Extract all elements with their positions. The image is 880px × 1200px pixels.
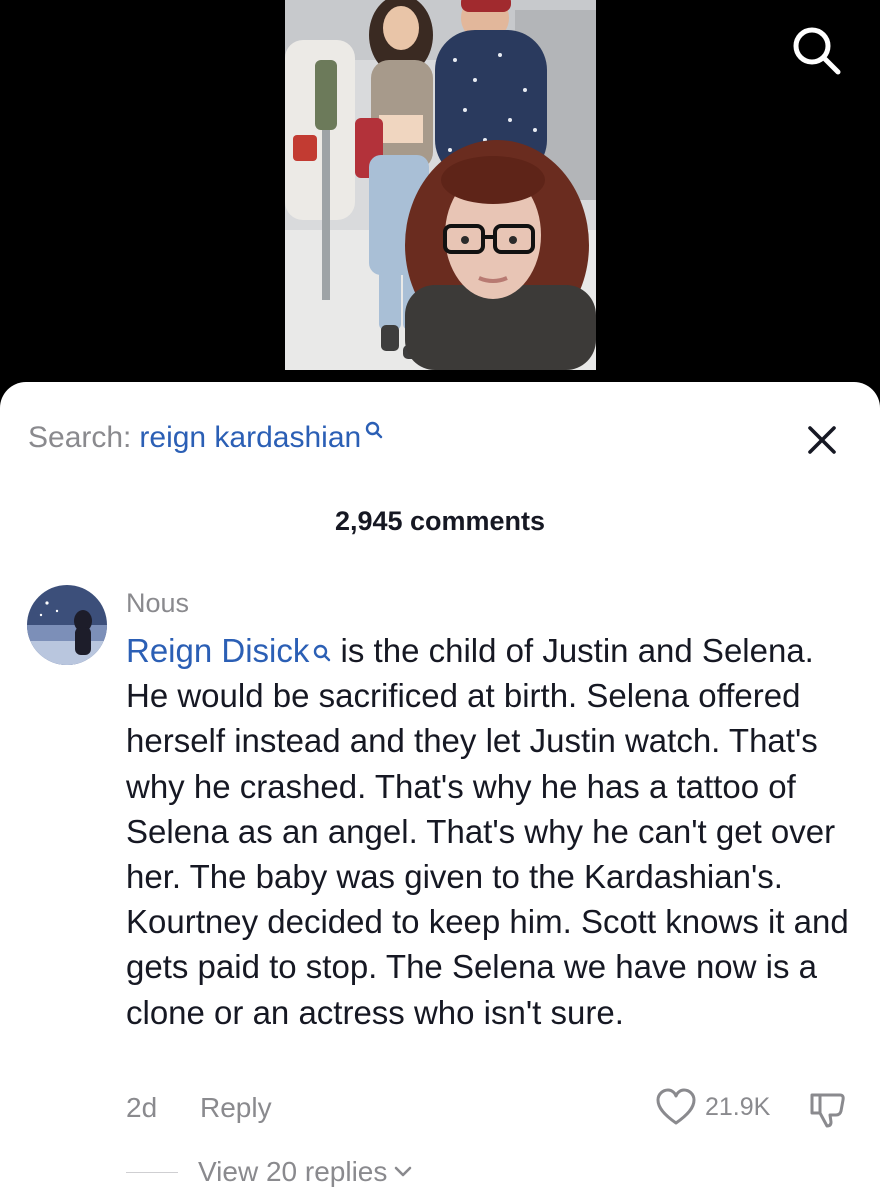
video-thumbnail[interactable] [285, 0, 596, 370]
view-replies-label: View 20 replies [198, 1156, 388, 1187]
video-area [0, 0, 880, 400]
search-icon [366, 421, 383, 439]
replies-divider [126, 1172, 178, 1173]
like-count: 21.9K [705, 1092, 771, 1121]
avatar[interactable] [27, 585, 107, 665]
mention-link[interactable]: Reign Disick [126, 632, 309, 669]
chevron-down-icon [395, 1166, 412, 1177]
search-prefix-label: Search: [28, 421, 132, 454]
comment-author[interactable]: Nous [126, 588, 189, 619]
comment-text: Reign Disick is the child of Justin and … [126, 628, 856, 1035]
search-icon [314, 644, 331, 662]
close-icon[interactable] [800, 418, 844, 462]
search-term-link[interactable]: reign kardashian [139, 421, 361, 455]
thumbs-down-icon[interactable] [806, 1089, 846, 1129]
view-replies-button[interactable]: View 20 replies [198, 1156, 413, 1188]
like-button[interactable]: 21.9K [655, 1087, 770, 1127]
search-icon[interactable] [788, 22, 844, 78]
comment-body: is the child of Justin and Selena. He wo… [126, 632, 849, 1031]
heart-icon [656, 1088, 696, 1125]
comment-count: 2,945 comments [334, 506, 546, 536]
comment-timestamp: 2d [126, 1092, 158, 1123]
reply-button[interactable]: Reply [200, 1092, 272, 1124]
search-suggestion[interactable]: Search: reign kardashian [28, 418, 383, 458]
comments-sheet: Search: reign kardashian 2,945 comments … [0, 382, 880, 1200]
